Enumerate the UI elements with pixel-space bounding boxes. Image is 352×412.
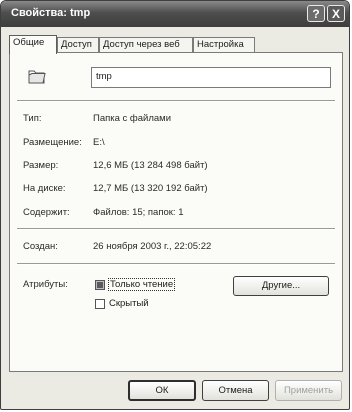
ok-button[interactable]: ОК xyxy=(128,380,196,401)
folder-name-field[interactable]: tmp xyxy=(91,67,331,88)
divider xyxy=(17,100,335,102)
title-bar[interactable]: Свойства: tmp ? X xyxy=(1,1,349,27)
cancel-button[interactable]: Отмена xyxy=(202,380,269,401)
type-value: Папка с файлами xyxy=(93,113,172,124)
tab-customize[interactable]: Настройка xyxy=(193,37,255,53)
created-value: 26 ноября 2003 г., 22:05:22 xyxy=(93,241,212,252)
help-button[interactable]: ? xyxy=(307,5,325,22)
properties-dialog: Свойства: tmp ? X Общие Доступ Доступ че… xyxy=(0,0,350,410)
readonly-checkbox[interactable] xyxy=(95,280,105,290)
hidden-checkbox[interactable] xyxy=(95,299,105,309)
other-attributes-button[interactable]: Другие... xyxy=(233,276,329,296)
attributes-label: Атрибуты: xyxy=(23,279,68,290)
tab-sharing[interactable]: Доступ xyxy=(57,37,99,53)
type-label: Тип: xyxy=(23,113,42,124)
disk-size-value: 12,7 МБ (13 320 192 байт) xyxy=(93,183,208,194)
location-value: E:\ xyxy=(93,137,105,148)
tab-general[interactable]: Общие xyxy=(9,35,57,54)
size-label: Размер: xyxy=(23,160,59,171)
contains-label: Содержит: xyxy=(23,207,70,218)
size-value: 12,6 МБ (13 284 498 байт) xyxy=(93,160,208,171)
contains-value: Файлов: 15; папок: 1 xyxy=(93,207,184,218)
hidden-label[interactable]: Скрытый xyxy=(109,298,149,309)
location-label: Размещение: xyxy=(23,137,82,148)
apply-button[interactable]: Применить xyxy=(275,380,342,401)
window-title: Свойства: tmp xyxy=(11,7,91,19)
tab-web-sharing[interactable]: Доступ через веб xyxy=(99,37,193,53)
divider xyxy=(17,263,335,265)
folder-icon xyxy=(28,70,46,84)
created-label: Создан: xyxy=(23,241,58,252)
close-button[interactable]: X xyxy=(327,5,345,22)
readonly-label[interactable]: Только чтение xyxy=(108,278,176,291)
divider xyxy=(17,228,335,230)
disk-size-label: На диске: xyxy=(23,183,66,194)
